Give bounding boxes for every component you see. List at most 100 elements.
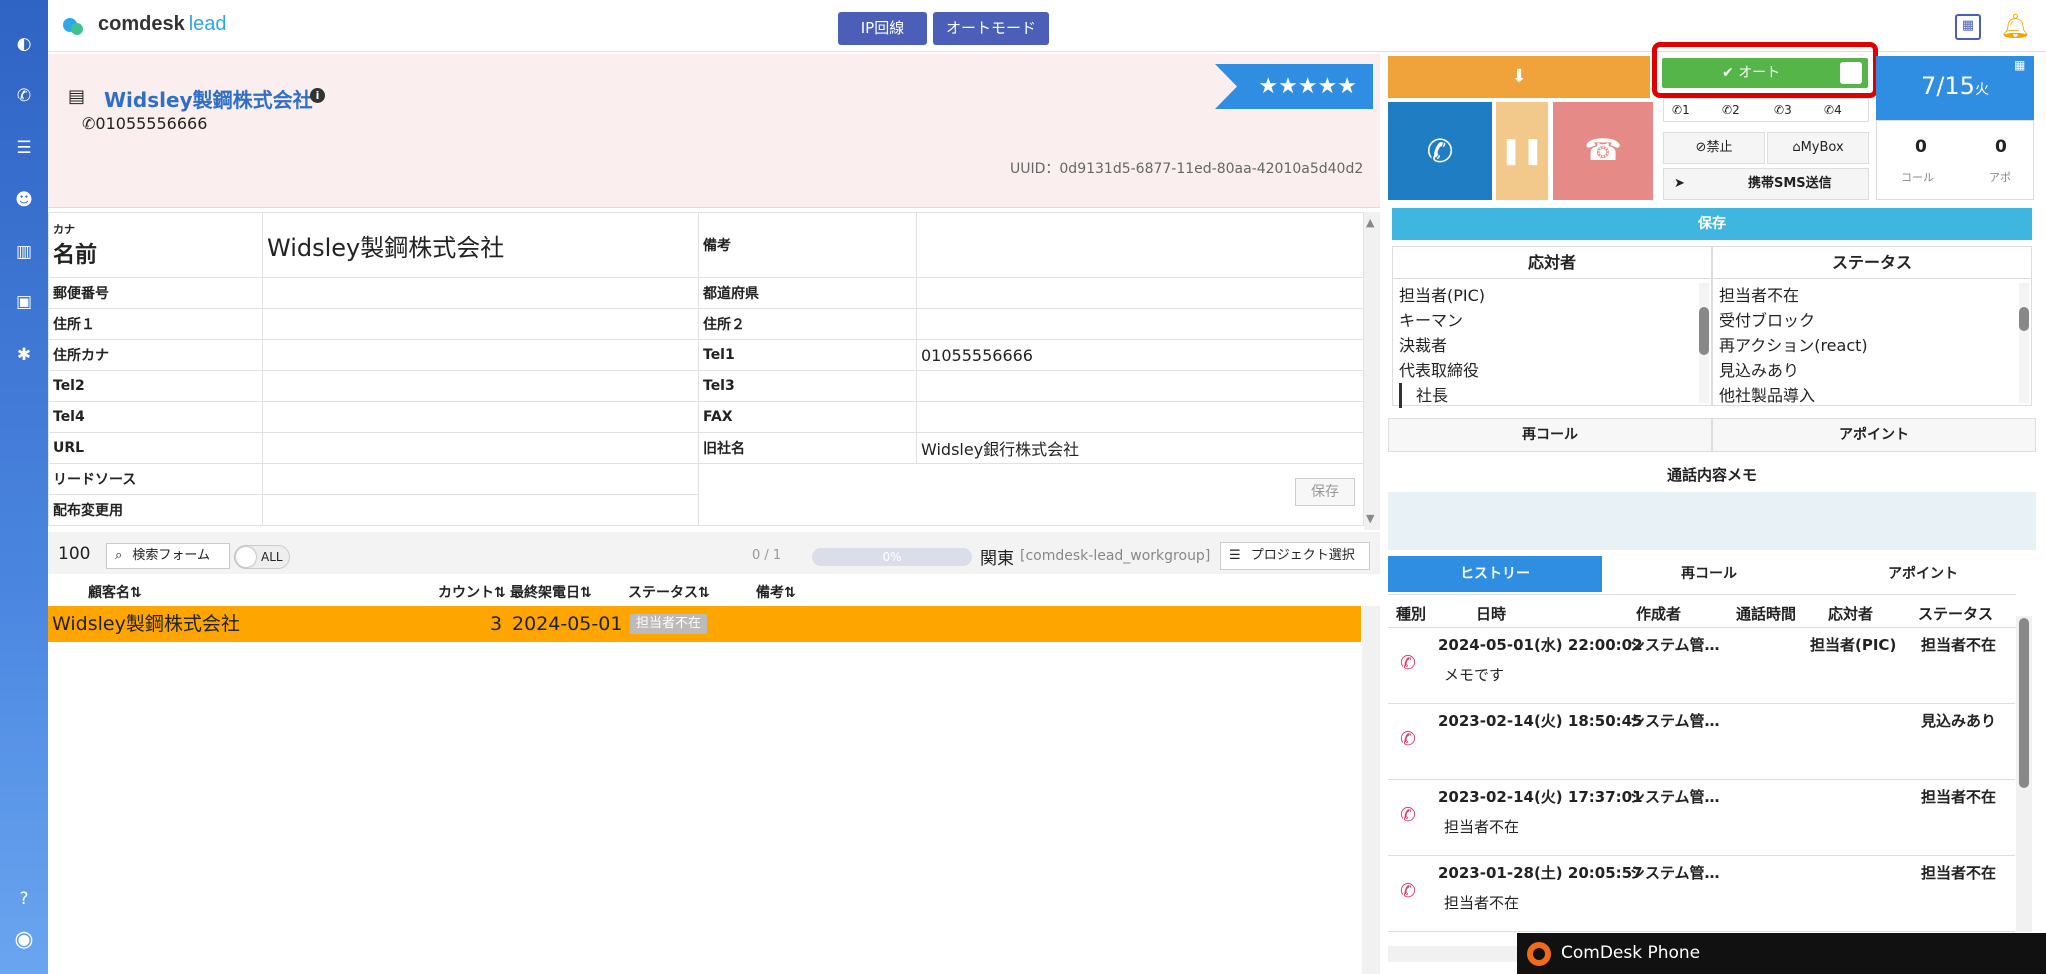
call-button[interactable]: ✆	[1388, 102, 1492, 200]
col-duration: 通話時間	[1736, 605, 1797, 623]
responder-item[interactable]: 代表取締役	[1399, 358, 1705, 383]
tel1-label: Tel1	[698, 339, 917, 371]
forbid-button[interactable]: ⊘禁止	[1663, 132, 1765, 164]
tel2-field[interactable]	[262, 370, 699, 402]
tab-recall[interactable]: 再コール	[1602, 556, 1816, 592]
help-chat-icon[interactable]: ?	[12, 887, 36, 911]
outgoing-call-icon: ✆	[1400, 652, 1416, 674]
customer-info-table: カナ 名前 Widsley製鋼株式会社 備考 郵便番号 都道府県 住所１ 住所２ 住所…	[48, 212, 1364, 526]
responder-item[interactable]: 社長	[1399, 383, 1705, 408]
info-icon[interactable]: i	[310, 88, 325, 103]
status-header: ステータス	[1713, 247, 2031, 279]
tel4-field[interactable]	[262, 401, 699, 433]
info-save-button[interactable]: 保存	[1295, 478, 1355, 506]
list-scrollbar[interactable]	[1362, 606, 1380, 974]
comdesk-phone-bar[interactable]: ComDesk Phone	[1517, 933, 2046, 974]
history-row[interactable]: ✆ 2024-05-01(水) 22:00:02 システム管… 担当者(PIC)…	[1388, 628, 2015, 704]
project-select-button[interactable]: ☰ プロジェクト選択	[1220, 542, 1370, 570]
history-row[interactable]: ✆ 2023-02-14(火) 18:50:45 システム管… 見込みあり	[1388, 704, 2015, 780]
lead-source-label: リードソース	[48, 463, 263, 495]
header-last-call[interactable]: 最終架電日⇅	[510, 582, 592, 602]
comdesk-phone-icon	[1527, 942, 1551, 966]
info-scrollbar[interactable]	[1364, 212, 1380, 530]
history-h-scrollbar[interactable]	[1388, 946, 1518, 962]
dashboard-icon[interactable]: ◐	[12, 32, 36, 56]
line-2-button[interactable]: ✆2	[1722, 103, 1740, 117]
download-button[interactable]: ⬇︎	[1388, 56, 1650, 98]
responder-item[interactable]: キーマン	[1399, 308, 1705, 333]
download-icon: ⬇︎	[1511, 66, 1527, 87]
responder-header: 応対者	[1393, 247, 1711, 279]
user-account-icon[interactable]: ◉	[12, 928, 36, 952]
settings-icon[interactable]: ✱	[12, 343, 36, 367]
appoint-button[interactable]: アポイント	[1712, 418, 2036, 452]
rating-stars[interactable]: ★★★★★	[1215, 64, 1373, 109]
old-name-field[interactable]: Widsley銀行株式会社	[916, 432, 1364, 464]
header-count[interactable]: カウント⇅	[438, 582, 506, 602]
auto-mode-button[interactable]: オートモード	[933, 12, 1049, 45]
history-row[interactable]: ✆ 2023-01-28(土) 20:05:57 システム管… 担当者不在 担当…	[1388, 856, 2015, 932]
status-scrollbar[interactable]	[2019, 283, 2029, 403]
status-item[interactable]: 担当者不在	[1719, 283, 2025, 308]
line-4-button[interactable]: ✆4	[1824, 103, 1842, 117]
lead-source-field[interactable]	[262, 463, 699, 495]
tab-appoint[interactable]: アポイント	[1816, 556, 2030, 592]
name-value[interactable]: Widsley製鋼株式会社	[262, 212, 699, 278]
tel3-field[interactable]	[916, 370, 1364, 402]
table-row[interactable]: Widsley製鋼株式会社 3 2024-05-01 担当者不在	[48, 606, 1361, 642]
header-remarks[interactable]: 備考⇅	[756, 582, 796, 602]
mybox-button[interactable]: ⌂MyBox	[1767, 132, 1869, 164]
phone-save-button[interactable]: 保存	[1392, 208, 2032, 240]
distribution-field[interactable]	[262, 494, 699, 526]
phone-call-icon: ✆	[1426, 132, 1454, 170]
bell-icon[interactable]: 🔔︎	[2000, 12, 2030, 40]
address2-field[interactable]	[916, 308, 1364, 340]
all-toggle[interactable]: ALL	[234, 545, 290, 569]
ip-line-button[interactable]: IP回線	[838, 12, 927, 45]
status-item[interactable]: 見込みあり	[1719, 358, 2025, 383]
line-3-button[interactable]: ✆3	[1774, 103, 1792, 117]
address1-field[interactable]	[262, 308, 699, 340]
line-buttons: ✆1 ✆2 ✆3 ✆4	[1663, 98, 1869, 122]
history-scrollbar[interactable]	[2016, 616, 2032, 932]
status-item[interactable]: 受付ブロック	[1719, 308, 2025, 333]
scroll-up-icon[interactable]: ▲	[1366, 216, 1374, 229]
responder-item[interactable]: 担当者(PIC)	[1399, 283, 1705, 308]
page-size[interactable]: 100	[58, 544, 90, 564]
company-phone[interactable]: ✆01055556666	[82, 114, 207, 133]
tel1-field[interactable]: 01055556666	[916, 339, 1364, 371]
hangup-button[interactable]: ☎	[1553, 102, 1653, 200]
url-field[interactable]	[262, 432, 699, 464]
prefecture-label: 都道府県	[698, 277, 917, 309]
responder-scrollbar[interactable]	[1699, 283, 1709, 403]
header-customer[interactable]: 顧客名⇅	[88, 582, 142, 602]
history-row[interactable]: ✆ 2023-02-14(火) 17:37:01 システム管… 担当者不在 担当…	[1388, 780, 2015, 856]
postal-field[interactable]	[262, 277, 699, 309]
remarks-field[interactable]	[916, 212, 1364, 278]
sms-button[interactable]: ➤ 携帯SMS送信	[1663, 168, 1869, 200]
memo-textarea[interactable]	[1388, 492, 2036, 550]
line-1-button[interactable]: ✆1	[1672, 103, 1690, 117]
scroll-down-icon[interactable]: ▼	[1366, 512, 1374, 525]
company-name[interactable]: Widsley製鋼株式会社	[104, 84, 313, 113]
pause-icon: ❚❚	[1500, 136, 1544, 166]
status-item[interactable]: 再アクション(react)	[1719, 333, 2025, 358]
search-form-button[interactable]: ⌕ 検索フォーム	[106, 543, 230, 569]
fax-field[interactable]	[916, 401, 1364, 433]
address-kana-field[interactable]	[262, 339, 699, 371]
calls-label: コール	[1901, 171, 1934, 184]
recall-button[interactable]: 再コール	[1388, 418, 1712, 452]
board-icon[interactable]: ▣	[12, 290, 36, 314]
prefecture-field[interactable]	[916, 277, 1364, 309]
database-icon[interactable]: ☰	[12, 136, 36, 160]
responder-item[interactable]: 決裁者	[1399, 333, 1705, 358]
calendar-icon[interactable]: ▦	[1955, 14, 1981, 40]
tab-history[interactable]: ヒストリー	[1388, 556, 1602, 592]
phone-icon[interactable]: ✆	[12, 84, 36, 108]
users-icon[interactable]: ☻	[12, 188, 36, 212]
header-status[interactable]: ステータス⇅	[628, 582, 710, 602]
save-area: 保存	[698, 463, 1364, 526]
pause-button[interactable]: ❚❚	[1496, 102, 1548, 200]
status-item[interactable]: 他社製品導入	[1719, 383, 2025, 408]
chart-icon[interactable]: ▥	[12, 240, 36, 264]
